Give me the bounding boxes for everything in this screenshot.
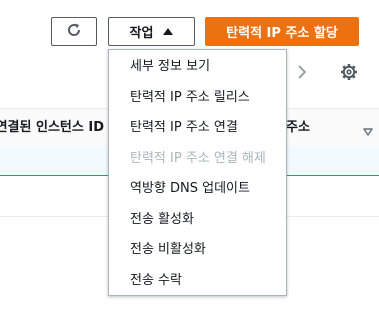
menu-item-release-elastic-ip[interactable]: 탄력적 IP 주소 릴리스 — [109, 83, 286, 114]
allocate-button-label: 탄력적 IP 주소 할당 — [226, 26, 338, 41]
column-header-instance-id[interactable]: 연결된 인스턴스 ID — [0, 109, 104, 147]
refresh-button[interactable] — [51, 17, 97, 46]
menu-item-view-details[interactable]: 세부 정보 보기 — [109, 52, 286, 83]
column-header-address[interactable]: 주소 — [286, 109, 310, 147]
actions-menu: 세부 정보 보기 탄력적 IP 주소 릴리스 탄력적 IP 주소 연결 탄력적 … — [108, 49, 287, 296]
menu-item-accept-transfer[interactable]: 전송 수락 — [109, 266, 286, 297]
actions-button-label: 작업 — [129, 26, 154, 41]
allocate-elastic-ip-button[interactable]: 탄력적 IP 주소 할당 — [205, 17, 359, 46]
table-settings-button[interactable] — [338, 62, 360, 86]
refresh-icon — [66, 22, 82, 42]
menu-item-enable-transfer[interactable]: 전송 활성화 — [109, 205, 286, 236]
caret-up-icon — [163, 28, 174, 35]
next-page-button[interactable] — [293, 62, 311, 86]
menu-item-disassociate-elastic-ip: 탄력적 IP 주소 연결 해제 — [130, 150, 266, 166]
sort-down-icon[interactable] — [363, 122, 373, 136]
gear-icon — [340, 63, 358, 85]
chevron-right-icon — [297, 64, 307, 84]
menu-item-disable-transfer[interactable]: 전송 비활성화 — [109, 235, 286, 266]
actions-button[interactable]: 작업 — [108, 17, 195, 46]
menu-item-update-reverse-dns[interactable]: 역방향 DNS 업데이트 — [109, 174, 286, 205]
menu-item-associate-elastic-ip[interactable]: 탄력적 IP 주소 연결 — [109, 113, 286, 144]
screen: 작업 탄력적 IP 주소 할당 연결된 인스턴스 ID 주소 세부 정보 보기 … — [0, 0, 379, 313]
